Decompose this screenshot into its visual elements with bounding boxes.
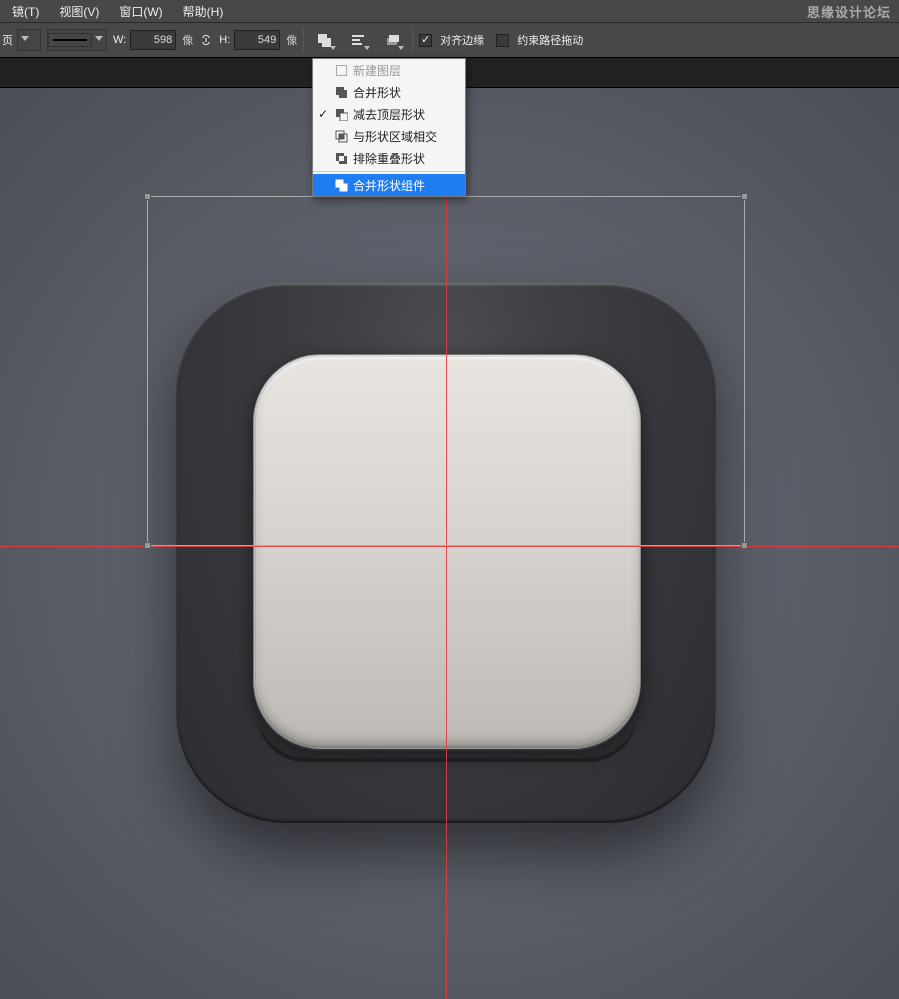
menu-help[interactable]: 帮助(H) — [175, 1, 232, 22]
divider — [303, 27, 304, 53]
menu-new-layer[interactable]: 新建图层 — [313, 59, 465, 81]
menu-subtract[interactable]: ✓ 减去顶层形状 — [313, 103, 465, 125]
path-operations-button[interactable] — [310, 27, 338, 53]
menu-separator — [313, 171, 465, 172]
width-unit: 像 — [182, 32, 193, 48]
height-field[interactable]: 549 — [234, 30, 280, 50]
height-unit: 像 — [286, 32, 297, 48]
path-arrangement-button[interactable] — [378, 27, 406, 53]
menu-filter[interactable]: 镜(T) — [4, 1, 47, 22]
menu-merge-components[interactable]: 合并形状组件 — [313, 174, 465, 196]
menu-item-label: 排除重叠形状 — [353, 150, 425, 167]
merge-components-icon — [333, 179, 349, 192]
menu-window[interactable]: 窗口(W) — [111, 1, 170, 22]
align-edges-label: 对齐边缘 — [440, 32, 484, 48]
width-label: W: — [113, 34, 126, 46]
stroke-preview — [48, 33, 92, 47]
canvas[interactable] — [0, 88, 899, 999]
menubar: 镜(T) 视图(V) 窗口(W) 帮助(H) 思缘设计论坛 WWW.MISSYU… — [0, 0, 899, 22]
preset-label: 页 — [2, 32, 13, 48]
new-layer-icon — [333, 64, 349, 77]
divider — [412, 27, 413, 53]
menu-intersect[interactable]: 与形状区域相交 — [313, 125, 465, 147]
transform-handle-bl[interactable] — [144, 542, 151, 549]
transform-bounds[interactable] — [147, 196, 745, 546]
menu-item-label: 与形状区域相交 — [353, 128, 437, 145]
constrain-path-label: 约束路径拖动 — [517, 32, 583, 48]
menu-exclude[interactable]: 排除重叠形状 — [313, 147, 465, 169]
menu-item-label: 合并形状 — [353, 84, 401, 101]
transform-handle-br[interactable] — [741, 542, 748, 549]
align-edges-option[interactable]: 对齐边缘 — [419, 32, 484, 48]
path-alignment-button[interactable] — [344, 27, 372, 53]
transform-handle-tr[interactable] — [741, 193, 748, 200]
exclude-icon — [333, 152, 349, 165]
options-bar: 页 W: 598 像 H: 549 像 对齐边缘 约束路径拖动 — [0, 22, 899, 58]
menu-item-label: 减去顶层形状 — [353, 106, 425, 123]
height-label: H: — [219, 34, 230, 46]
watermark-title: 思缘设计论坛 — [777, 2, 891, 21]
intersect-icon — [333, 130, 349, 143]
path-operations-menu: 新建图层 合并形状 ✓ 减去顶层形状 与形状区域相交 排除重叠形状 合并形状 — [312, 58, 466, 197]
menu-combine[interactable]: 合并形状 — [313, 81, 465, 103]
constrain-path-option[interactable]: 约束路径拖动 — [496, 32, 583, 48]
guide-horizontal[interactable] — [0, 546, 899, 547]
menu-item-label: 合并形状组件 — [353, 177, 425, 194]
combine-icon — [333, 86, 349, 99]
checkbox-icon — [496, 34, 509, 47]
menu-view[interactable]: 视图(V) — [51, 1, 107, 22]
checkbox-icon — [419, 34, 432, 47]
check-icon: ✓ — [317, 107, 329, 121]
transform-handle-tl[interactable] — [144, 193, 151, 200]
link-wh-icon[interactable] — [199, 33, 213, 47]
stroke-preview-dropdown[interactable] — [47, 29, 107, 51]
subtract-icon — [333, 108, 349, 121]
menu-item-label: 新建图层 — [353, 62, 401, 79]
width-field[interactable]: 598 — [130, 30, 176, 50]
preset-dropdown[interactable] — [17, 29, 41, 51]
